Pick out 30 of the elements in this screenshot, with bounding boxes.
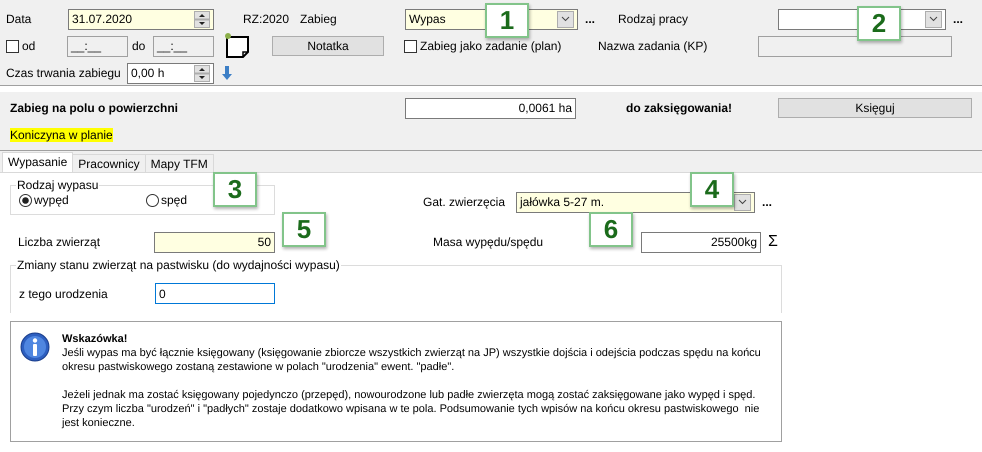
callout-tooltip: 5 [282, 212, 326, 247]
count-label: Liczba zwierząt [18, 235, 102, 249]
callout-tooltip: 1 [485, 3, 529, 38]
radio-label: spęd [161, 193, 188, 207]
callout-tooltip: 6 [589, 212, 633, 247]
born-label: z tego urodzenia [19, 286, 109, 300]
group-label: Rodzaj wypasu [16, 178, 100, 192]
operation-label: Zabieg [300, 12, 338, 26]
animal-type-label: Gat. zwierzęcia [423, 195, 506, 209]
from-label: od [22, 39, 36, 53]
mass-label: Masa wypędu/spędu [433, 235, 544, 249]
duration-label: Czas trwania zabiegu [6, 66, 122, 80]
group-label: Zmiany stanu zwierząt na pastwisku (do wydajności wypasu) [16, 258, 341, 272]
hint-title: Wskazówka! [62, 332, 128, 346]
callout-tooltip: 3 [213, 172, 257, 207]
date-label: Data [6, 12, 32, 26]
status-label: do zaksięgowania! [626, 101, 734, 115]
plan-note: Koniczyna w planie [10, 128, 113, 142]
hint-text: Jeżeli jednak ma zostać księgowany pojedynczo (przepęd), nowourodzone lub padłe zwierzęta mogą zostać zaksięgowane jako wypęd i spęd. Przy czym liczba "urodzeń" i "padłych" zostaje dodatkowo wpisana w te pola. Podsumowanie tych wpisów na końcu okresu pastwiskowego nie jest konieczne. [62, 388, 760, 430]
callout-tooltip: 2 [857, 6, 901, 41]
hint-text: Jeśli wypas ma być łącznie księgowany (księgowanie zbiorcze wszystkich zwierząt na JP) wszystkie dojścia i odejścia podczas spędu na końcu okresu pastwiskowego zostaną zestawione w polach "urodzenia" ewent. "padłe". [62, 346, 762, 374]
area-field: 0,0061 ha [405, 98, 576, 118]
plan-task-label: Zabieg jako zadanie (plan) [420, 39, 562, 53]
task-name-label: Nazwa zadania (KP) [598, 39, 708, 53]
work-type-label: Rodzaj pracy [618, 12, 690, 26]
year-label: RZ:2020 [243, 12, 290, 26]
radio-label: wypęd [34, 193, 69, 207]
callout-tooltip: 4 [690, 172, 734, 207]
area-label: Zabieg na polu o powierzchni [10, 101, 180, 115]
to-label: do [132, 39, 146, 53]
